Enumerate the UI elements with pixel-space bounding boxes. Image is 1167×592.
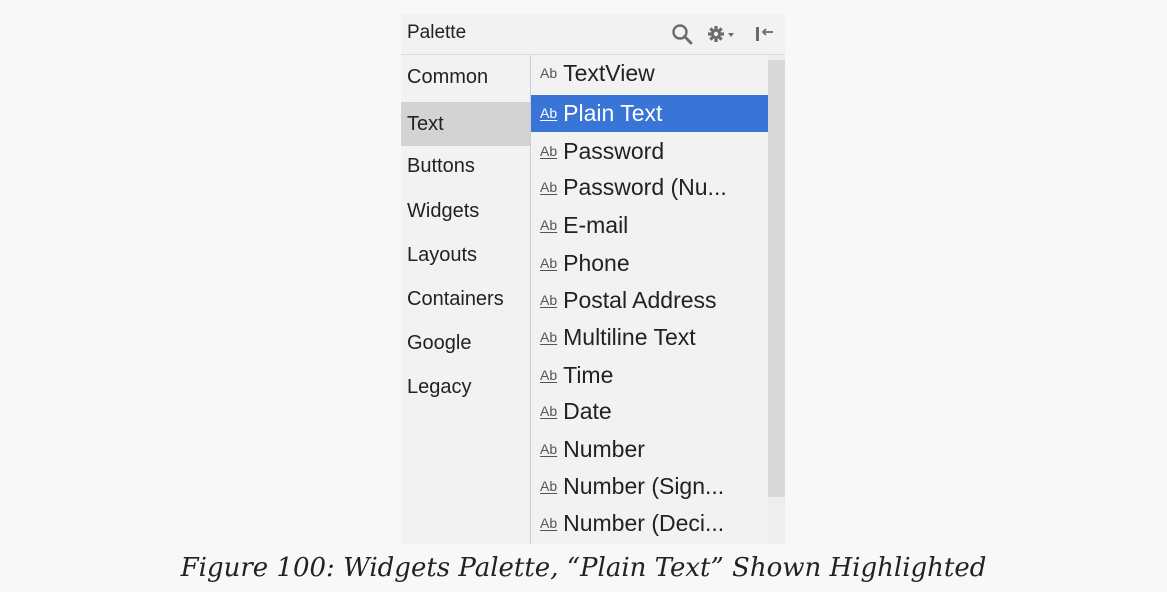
category-layouts[interactable]: Layouts	[401, 233, 530, 277]
widget-item-textview[interactable]: Ab TextView	[531, 55, 785, 92]
edittext-widget-icon: Ab	[540, 291, 558, 308]
widget-label: Password	[563, 138, 665, 164]
edittext-widget-icon: Ab	[540, 328, 558, 345]
edittext-widget-icon: Ab	[540, 142, 558, 159]
category-widgets[interactable]: Widgets	[401, 189, 530, 233]
widget-item-multiline-text[interactable]: Ab Multiline Text	[531, 319, 785, 356]
category-label: Containers	[407, 288, 504, 310]
palette-title: Palette	[407, 22, 467, 43]
widget-label: Multiline Text	[563, 324, 696, 350]
category-label: Text	[407, 113, 444, 135]
widget-item-time[interactable]: Ab Time	[531, 357, 785, 394]
edittext-widget-icon: Ab	[540, 178, 558, 195]
widget-item-date[interactable]: Ab Date	[531, 393, 785, 430]
figure: Palette Common Text Buttons Widgets Layo…	[0, 0, 1167, 592]
figure-caption: Figure 100: Widgets Palette, “Plain Text…	[180, 553, 987, 583]
widget-item-password[interactable]: Ab Password	[531, 133, 785, 170]
gear-dropdown-icon[interactable]	[706, 19, 738, 49]
widget-list: Ab TextView Ab Plain Text Ab Password Ab…	[531, 55, 785, 544]
widget-label: Number (Deci...	[563, 510, 725, 536]
category-containers[interactable]: Containers	[401, 277, 530, 321]
widget-item-number[interactable]: Ab Number	[531, 431, 785, 468]
edittext-widget-icon: Ab	[540, 216, 558, 233]
palette-header: Palette	[401, 14, 785, 55]
widget-list-scrollbar[interactable]	[768, 55, 785, 544]
widget-item-password-numeric[interactable]: Ab Password (Nu...	[531, 169, 785, 206]
edittext-widget-icon: Ab	[540, 402, 558, 419]
edittext-widget-icon: Ab	[540, 254, 558, 271]
category-buttons[interactable]: Buttons	[401, 144, 530, 188]
widget-item-plain-text[interactable]: Ab Plain Text	[531, 95, 785, 132]
category-list: Common Text Buttons Widgets Layouts Cont…	[401, 55, 530, 544]
edittext-widget-icon: Ab	[540, 440, 558, 457]
search-icon[interactable]	[669, 19, 695, 49]
collapse-panel-icon[interactable]	[751, 19, 777, 49]
scrollbar-thumb[interactable]	[768, 60, 785, 497]
widget-item-number-decimal[interactable]: Ab Number (Deci...	[531, 505, 785, 542]
widget-label: Password (Nu...	[563, 174, 727, 200]
category-label: Buttons	[407, 155, 475, 177]
category-label: Layouts	[407, 244, 478, 266]
category-label: Legacy	[407, 376, 472, 398]
category-label: Widgets	[407, 200, 480, 222]
widget-item-postal-address[interactable]: Ab Postal Address	[531, 282, 785, 319]
widget-label: Postal Address	[563, 287, 717, 313]
category-label: Google	[407, 332, 472, 354]
edittext-widget-icon: Ab	[540, 514, 558, 531]
category-common[interactable]: Common	[401, 55, 530, 99]
widget-label: Time	[563, 362, 614, 388]
widget-item-email[interactable]: Ab E-mail	[531, 207, 785, 244]
widget-label: TextView	[563, 60, 655, 86]
widget-label: Date	[563, 398, 612, 424]
category-google[interactable]: Google	[401, 321, 530, 365]
widget-label: Phone	[563, 250, 630, 276]
edittext-widget-icon: Ab	[540, 477, 558, 494]
widget-label: Number (Sign...	[563, 473, 725, 499]
palette-panel: Palette Common Text Buttons Widgets Layo…	[401, 14, 785, 544]
widget-label: Number	[563, 436, 645, 462]
widget-label: E-mail	[563, 212, 629, 238]
category-legacy[interactable]: Legacy	[401, 365, 530, 409]
edittext-widget-icon: Ab	[540, 104, 558, 121]
text-widget-icon: Ab	[540, 64, 558, 81]
widget-item-number-signed[interactable]: Ab Number (Sign...	[531, 468, 785, 505]
category-text[interactable]: Text	[401, 102, 530, 146]
edittext-widget-icon: Ab	[540, 366, 558, 383]
widget-item-phone[interactable]: Ab Phone	[531, 245, 785, 282]
widget-label: Plain Text	[563, 100, 663, 126]
category-label: Common	[407, 66, 489, 88]
